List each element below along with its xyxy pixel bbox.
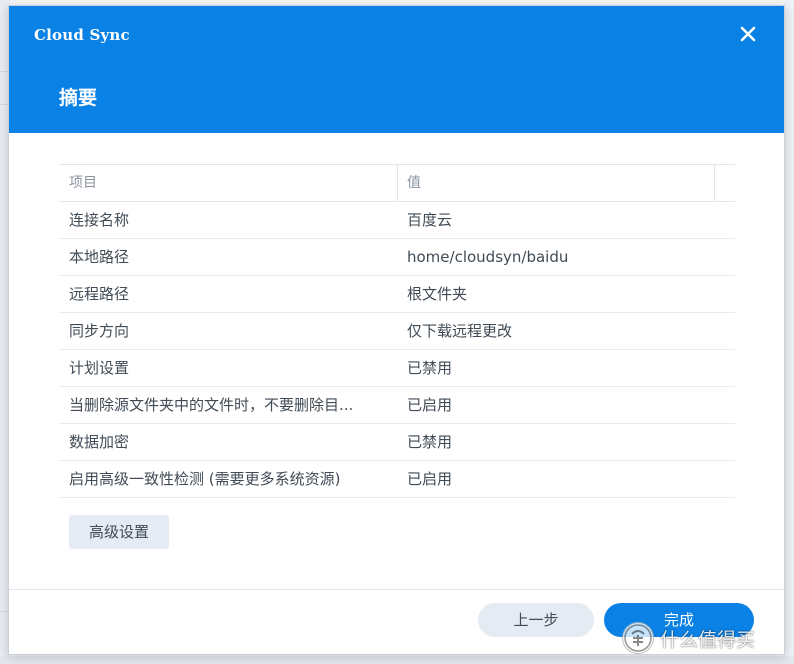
table-row[interactable]: 数据加密 已禁用 xyxy=(59,424,735,461)
row-item-cell: 同步方向 xyxy=(69,322,130,340)
row-item-cell: 启用高级一致性检测 (需要更多系统资源) xyxy=(69,470,341,488)
row-value-cell: 已启用 xyxy=(407,396,453,414)
column-header-item[interactable]: 项目 xyxy=(69,165,97,201)
advanced-settings-button[interactable]: 高级设置 xyxy=(69,515,169,549)
table-row[interactable]: 计划设置 已禁用 xyxy=(59,350,735,387)
table-row[interactable]: 本地路径 home/cloudsyn/baidu xyxy=(59,239,735,276)
table-row[interactable]: 同步方向 仅下载远程更改 xyxy=(59,313,735,350)
close-button[interactable] xyxy=(736,22,760,46)
row-value-cell: 已启用 xyxy=(407,470,453,488)
column-divider[interactable] xyxy=(714,165,715,201)
app-title: Cloud Sync xyxy=(34,26,130,44)
dialog-header: Cloud Sync 摘要 xyxy=(9,6,784,133)
row-item-cell: 连接名称 xyxy=(69,211,130,229)
previous-button[interactable]: 上一步 xyxy=(478,603,594,637)
page-title: 摘要 xyxy=(59,87,98,109)
background-app-edge xyxy=(784,0,794,664)
column-header-value[interactable]: 值 xyxy=(407,165,421,201)
table-header: 项目 值 xyxy=(59,164,735,202)
table-body: 连接名称 百度云本地路径 home/cloudsyn/baidu 远程路径 根文件夹同步… xyxy=(59,202,735,498)
table-row[interactable]: 远程路径 根文件夹 xyxy=(59,276,735,313)
row-item-cell: 本地路径 xyxy=(69,248,130,266)
table-row[interactable]: 当删除源文件夹中的文件时，不要删除目... 已启用 xyxy=(59,387,735,424)
row-item-cell: 远程路径 xyxy=(69,285,130,303)
row-value-cell: 仅下载远程更改 xyxy=(407,322,513,340)
column-divider[interactable] xyxy=(397,165,398,201)
footer-divider xyxy=(9,589,784,590)
summary-table: 项目 值 连接名称 百度云本地路径 home/cloudsyn/baidu 远程路径 根… xyxy=(59,164,735,498)
table-row[interactable]: 启用高级一致性检测 (需要更多系统资源) 已启用 xyxy=(59,461,735,498)
watermark: 什么值得买 xyxy=(622,618,755,658)
row-value-cell: 百度云 xyxy=(407,211,453,229)
row-value-cell: home/cloudsyn/baidu xyxy=(407,248,569,266)
watermark-text: 什么值得买 xyxy=(660,628,756,651)
smzdm-logo-icon xyxy=(622,622,654,654)
summary-dialog: Cloud Sync 摘要 项目 值 连接名称 百度云本地路径 home/cloud… xyxy=(8,5,785,655)
row-value-cell: 根文件夹 xyxy=(407,285,468,303)
table-row[interactable]: 连接名称 百度云 xyxy=(59,202,735,239)
row-item-cell: 当删除源文件夹中的文件时，不要删除目... xyxy=(69,396,354,414)
row-value-cell: 已禁用 xyxy=(407,433,453,451)
close-icon xyxy=(740,26,756,42)
row-value-cell: 已禁用 xyxy=(407,359,453,377)
row-item-cell: 计划设置 xyxy=(69,359,130,377)
row-item-cell: 数据加密 xyxy=(69,433,130,451)
